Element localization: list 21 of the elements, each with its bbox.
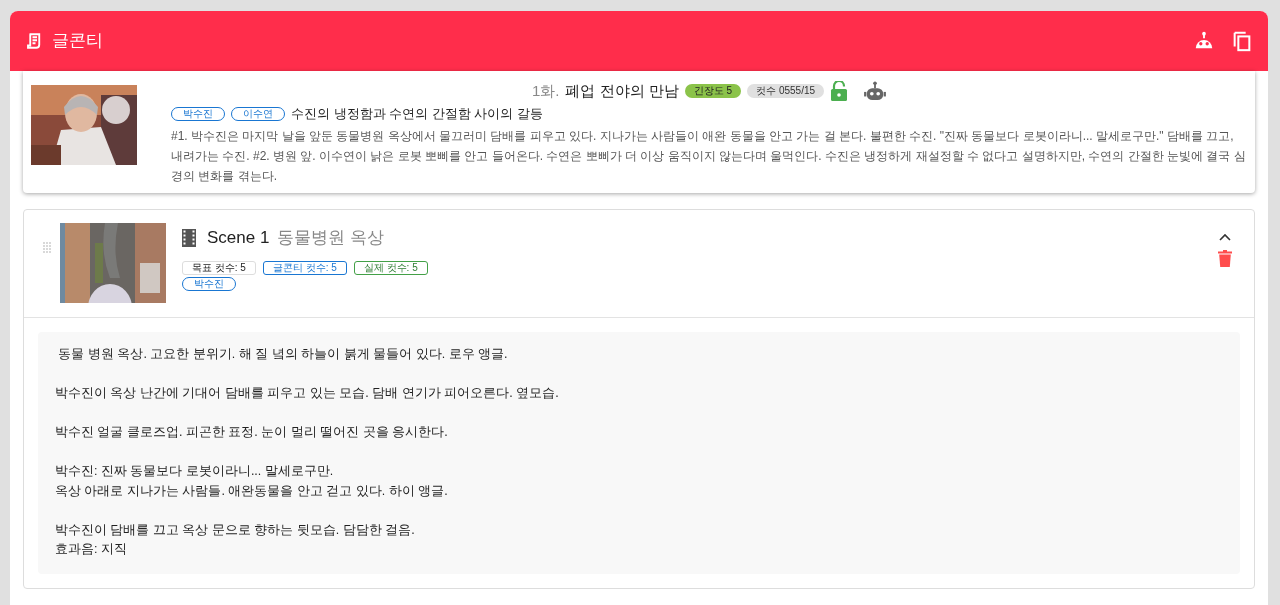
film-icon [182, 229, 196, 247]
drag-handle-icon[interactable] [42, 241, 52, 255]
copy-icon[interactable] [1231, 30, 1253, 52]
scene-location: 동물병원 옥상 [277, 227, 385, 250]
logline: 수진의 냉정함과 수연의 간절함 사이의 갈등 [291, 105, 544, 123]
cut-count-tag: 실제 컷수: 5 [353, 261, 428, 275]
delete-icon[interactable] [1218, 250, 1232, 267]
episode-title: 폐업 전야의 만남 [565, 80, 679, 101]
app-title: 글콘티 [52, 30, 103, 53]
episode-summary: #1. 박수진은 마지막 날을 앞둔 동물병원 옥상에서 물끄러미 담배를 피우고 있다. 지나가는 사람들이 애완 동물을 안고 가는 걸 본다. 불편한 수진. "진짜 동물보다 로봇이라니... 말세로구만." 담배를 끄고, 내려가는 수진. #2. 병원 앞. 이수연이 낡은 로봇 뽀삐를 안고 들어온다. 수연은 뽀삐가 더 이상 움직이지 않는다며 울먹인다. 수진은 냉정하게 재설정할 수 없다고 설명하지만, 수연의 간절한 눈빛에 결국 심경의 변화를 겪는다. [171, 127, 1247, 185]
episode-number: 1화. [531, 80, 560, 101]
document-icon [25, 32, 43, 50]
cut-count-tag: 목표 컷수: 5 [182, 261, 256, 275]
scene-script: 동물 병원 옥상. 고요한 분위기. 해 질 녘의 하늘이 붉게 물들어 있다. 로우 앵글. 박수진이 옥상 난간에 기대어 담배를 피우고 있는 모습. 담배 연기가 피어오른다. 옆모습. 박수진 얼굴 클로즈업. 피곤한 표정. 눈이 멀리 떨어진 곳을 응시한다. 박수진: 진짜 동물보다 로봇이라니... 말세로구만. 옥상 아래로 지나가는 사람들. 애완동물을 안고 걷고 있다. 하이 앵글. 박수진이 담배를 끄고 옥상 문으로 향하는 뒷모습. 담담한 걸음. 효과음: 지직 [38, 332, 1240, 574]
chevron-up-icon[interactable] [1219, 233, 1231, 241]
cut-count-tag: 글콘티 컷수: 5 [262, 261, 347, 275]
cut-count-badge: 컷수 0555/15 [747, 84, 825, 98]
robot-icon[interactable] [864, 81, 887, 101]
scene-title: Scene 1 [207, 227, 270, 250]
tension-badge: 긴장도 5 [684, 84, 742, 98]
unlocked-icon[interactable] [830, 81, 849, 101]
